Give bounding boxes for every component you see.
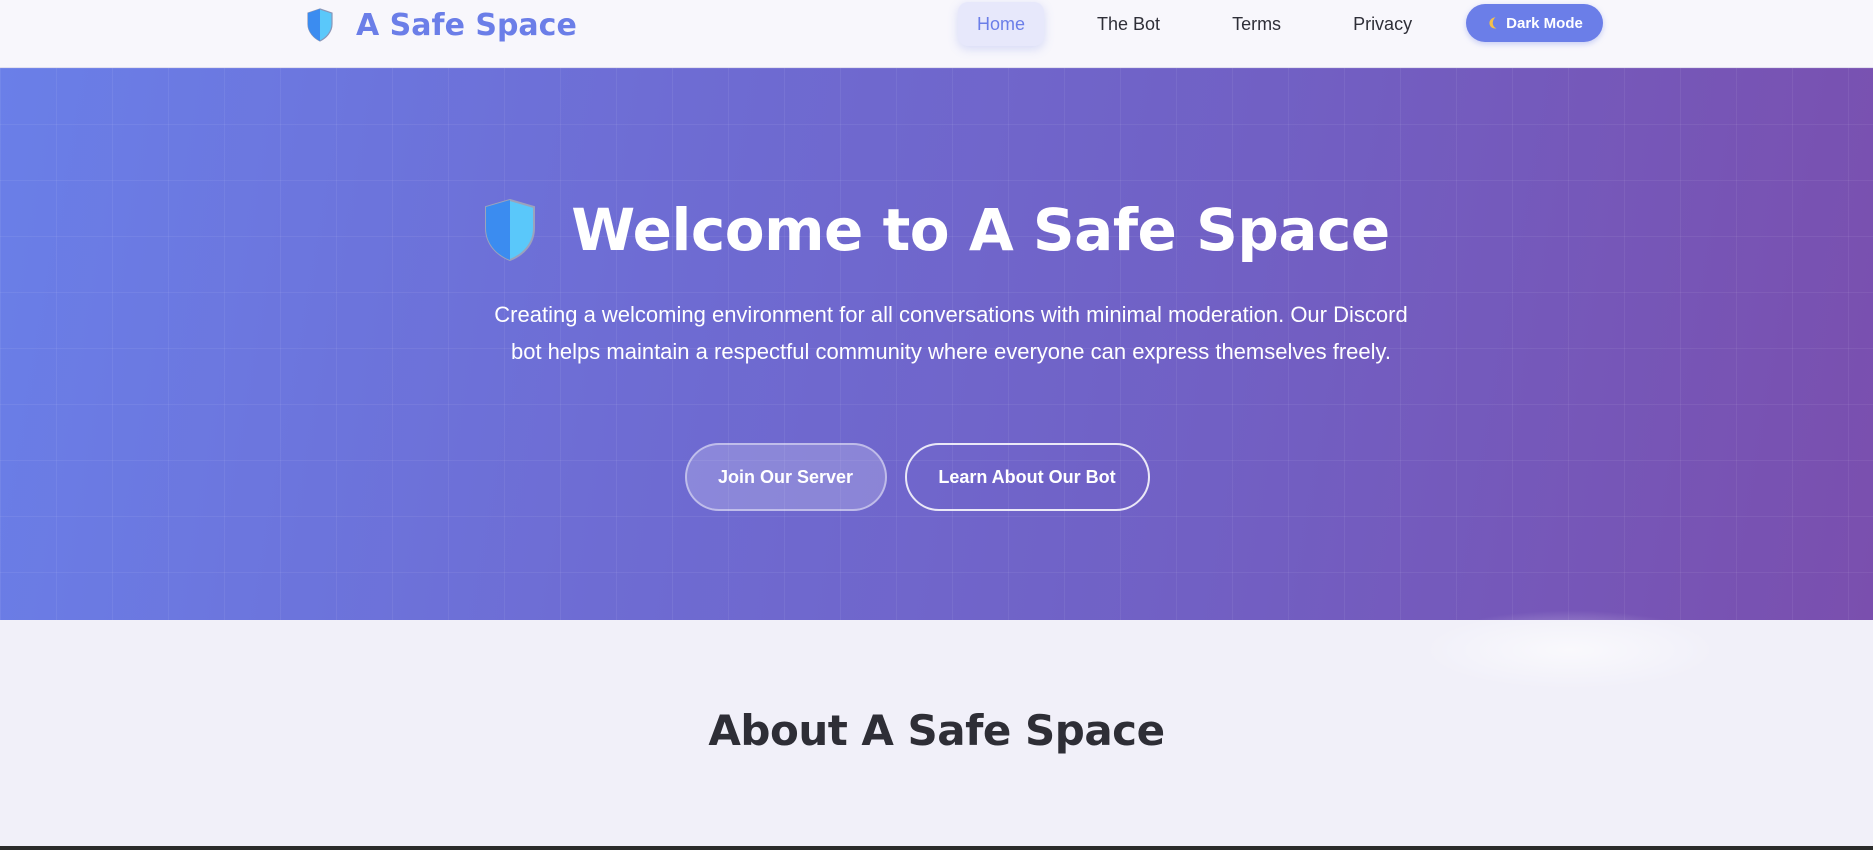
dark-mode-label: Dark Mode: [1506, 14, 1583, 32]
nav-the-bot[interactable]: The Bot: [1078, 2, 1179, 46]
hero-title: Welcome to A Safe Space: [571, 196, 1390, 264]
shield-icon: [307, 8, 333, 42]
nav-links: Home The Bot Terms Privacy: [958, 2, 1431, 46]
hero-title-row: Welcome to A Safe Space: [0, 196, 1873, 264]
about-glow-decoration: [1420, 610, 1720, 690]
hero-buttons: Join Our Server Learn About Our Bot: [0, 443, 1873, 511]
dark-mode-button[interactable]: Dark Mode: [1466, 4, 1603, 42]
shield-icon: [485, 198, 536, 262]
brand[interactable]: A Safe Space: [306, 6, 577, 44]
hero-subtitle: Creating a welcoming environment for all…: [494, 302, 1408, 364]
nav-terms[interactable]: Terms: [1213, 2, 1300, 46]
about-title: About A Safe Space: [708, 706, 1165, 755]
nav-privacy[interactable]: Privacy: [1334, 2, 1431, 46]
join-server-button[interactable]: Join Our Server: [684, 443, 887, 511]
navbar: A Safe Space Home The Bot Terms Privacy …: [0, 0, 1873, 68]
about-section: About A Safe Space: [0, 610, 1873, 846]
bottom-edge-bar: [0, 846, 1873, 850]
learn-about-bot-button[interactable]: Learn About Our Bot: [904, 443, 1150, 511]
nav-home[interactable]: Home: [958, 2, 1045, 46]
brand-title: A Safe Space: [356, 7, 577, 43]
moon-icon: [1489, 17, 1497, 29]
hero-section: Welcome to A Safe Space Creating a welco…: [0, 68, 1873, 620]
